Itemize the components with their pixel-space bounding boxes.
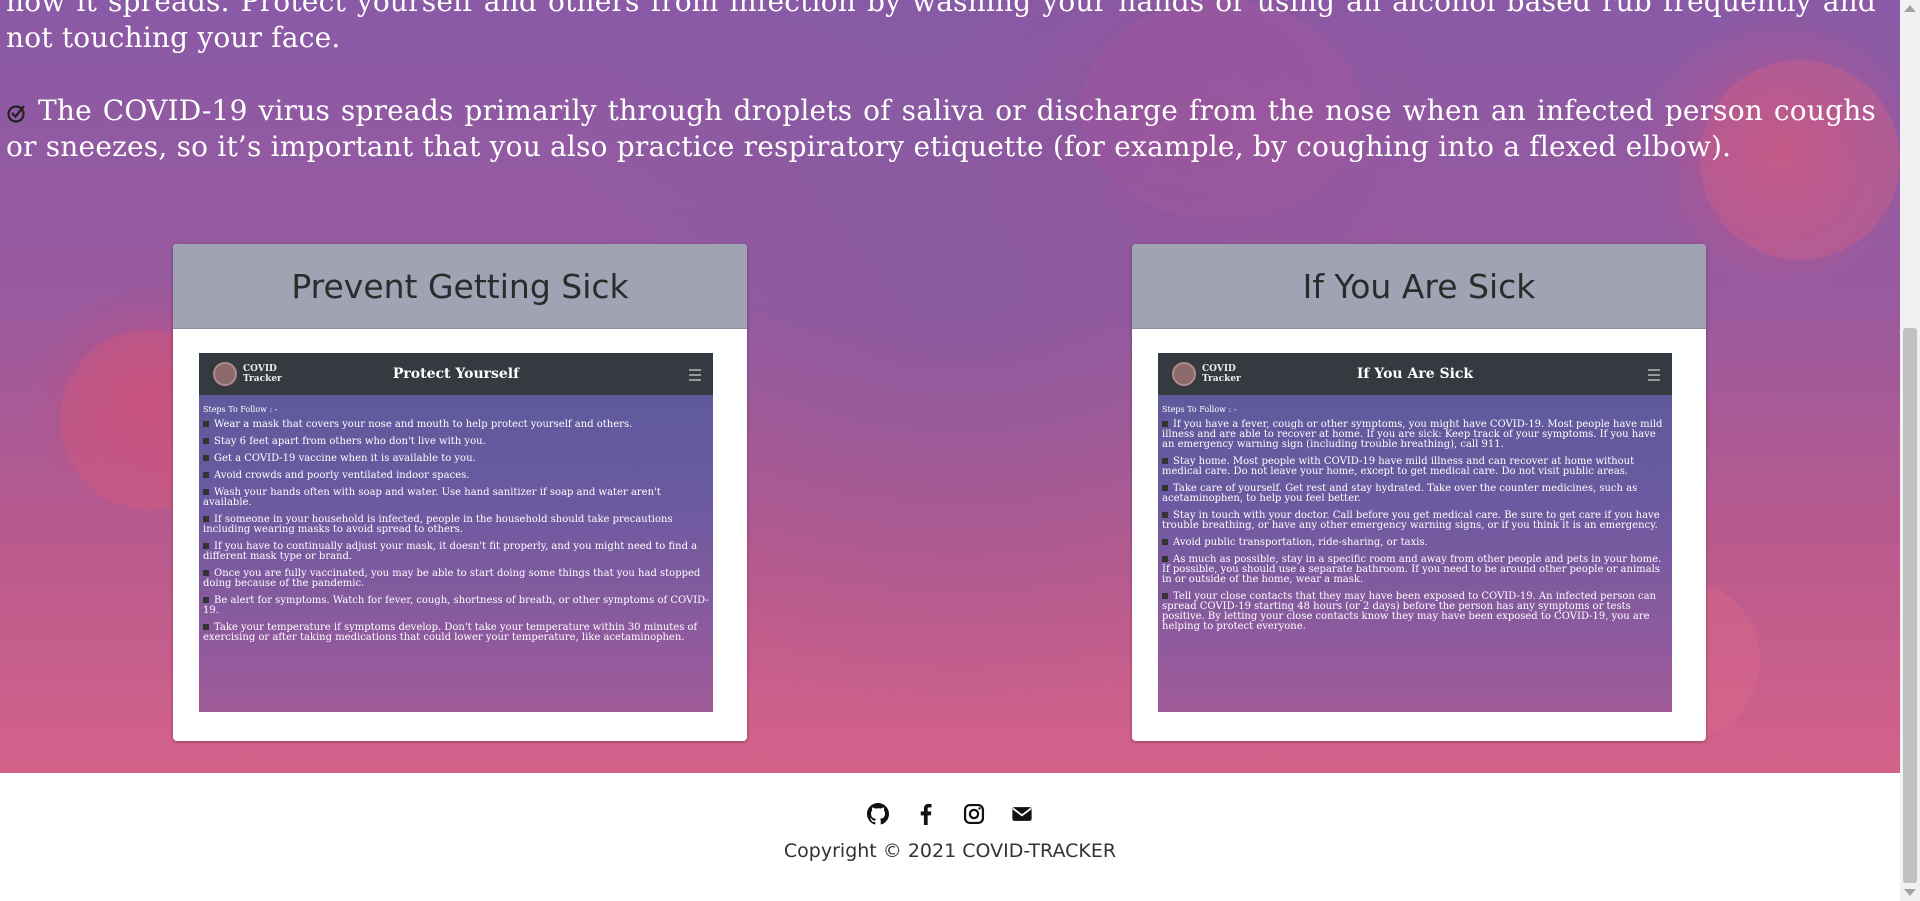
prevent-card: Prevent Getting Sick COVID Tracker Prote… — [173, 244, 747, 741]
screenshot-navbar: COVID Tracker Protect Yourself — [199, 353, 713, 395]
info-paragraph-2: The COVID-19 virus spreads primarily thr… — [6, 93, 1876, 165]
list-item: Wear a mask that covers your nose and mo… — [203, 420, 709, 430]
list-item: Avoid crowds and poorly ventilated indoo… — [203, 471, 709, 481]
list-item: If you have a fever, cough or other symp… — [1162, 420, 1668, 450]
sick-card: If You Are Sick COVID Tracker If You Are… — [1132, 244, 1706, 741]
check-circle-icon — [7, 105, 25, 123]
list-item: Take your temperature if symptoms develo… — [203, 623, 709, 643]
list-item: Avoid public transportation, ride-sharin… — [1162, 538, 1668, 548]
steps-label: Steps To Follow : - — [1162, 405, 1237, 414]
scroll-up-arrow-icon[interactable] — [1904, 5, 1916, 12]
screenshot-body: Steps To Follow : - Wear a mask that cov… — [199, 395, 713, 656]
list-item: Get a COVID-19 vaccine when it is availa… — [203, 454, 709, 464]
instagram-icon[interactable] — [963, 803, 985, 825]
card-header: If You Are Sick — [1132, 244, 1706, 329]
screenshot-navbar: COVID Tracker If You Are Sick — [1158, 353, 1672, 395]
hamburger-menu-icon — [1648, 369, 1660, 381]
list-item: If someone in your household is infected… — [203, 515, 709, 535]
hero-section: how it spreads. Protect yourself and oth… — [0, 0, 1900, 773]
sick-screenshot-image: COVID Tracker If You Are Sick Steps To F… — [1158, 353, 1672, 712]
footer: Copyright © 2021 COVID-TRACKER — [0, 773, 1900, 901]
list-item: Stay 6 feet apart from others who don't … — [203, 437, 709, 447]
info-paragraph-text: The COVID-19 virus spreads primarily thr… — [6, 94, 1876, 163]
email-icon[interactable] — [1011, 803, 1033, 825]
info-paragraph: how it spreads. Protect yourself and oth… — [6, 0, 1876, 54]
copyright-text: Copyright © 2021 COVID-TRACKER — [783, 840, 1117, 862]
list-item: Tell your close contacts that they may h… — [1162, 592, 1668, 632]
steps-label: Steps To Follow : - — [203, 405, 278, 414]
list-item: Stay in touch with your doctor. Call bef… — [1162, 511, 1668, 531]
list-item: Once you are fully vaccinated, you may b… — [203, 569, 709, 589]
facebook-icon[interactable] — [915, 803, 937, 825]
list-item: Take care of yourself. Get rest and stay… — [1162, 484, 1668, 504]
hamburger-menu-icon — [689, 369, 701, 381]
card-title: Prevent Getting Sick — [291, 266, 629, 306]
list-item: If you have to continually adjust your m… — [203, 542, 709, 562]
scrollbar-thumb[interactable] — [1903, 328, 1917, 883]
card-header: Prevent Getting Sick — [173, 244, 747, 329]
screenshot-heading: Protect Yourself — [392, 366, 520, 382]
list-item: As much as possible, stay in a specific … — [1162, 555, 1668, 585]
vertical-scrollbar[interactable] — [1900, 0, 1920, 901]
card-title: If You Are Sick — [1302, 266, 1536, 306]
scroll-down-arrow-icon[interactable] — [1904, 889, 1916, 896]
social-icons — [0, 803, 1900, 825]
github-icon[interactable] — [867, 803, 889, 825]
screenshot-heading: If You Are Sick — [1356, 366, 1474, 382]
list-item: Be alert for symptoms. Watch for fever, … — [203, 595, 709, 616]
prevent-screenshot-image: COVID Tracker Protect Yourself Steps To … — [199, 353, 713, 712]
list-item: Wash your hands often with soap and wate… — [203, 488, 709, 508]
screenshot-body: Steps To Follow : - If you have a fever,… — [1158, 395, 1672, 645]
list-item: Stay home. Most people with COVID-19 hav… — [1162, 457, 1668, 477]
